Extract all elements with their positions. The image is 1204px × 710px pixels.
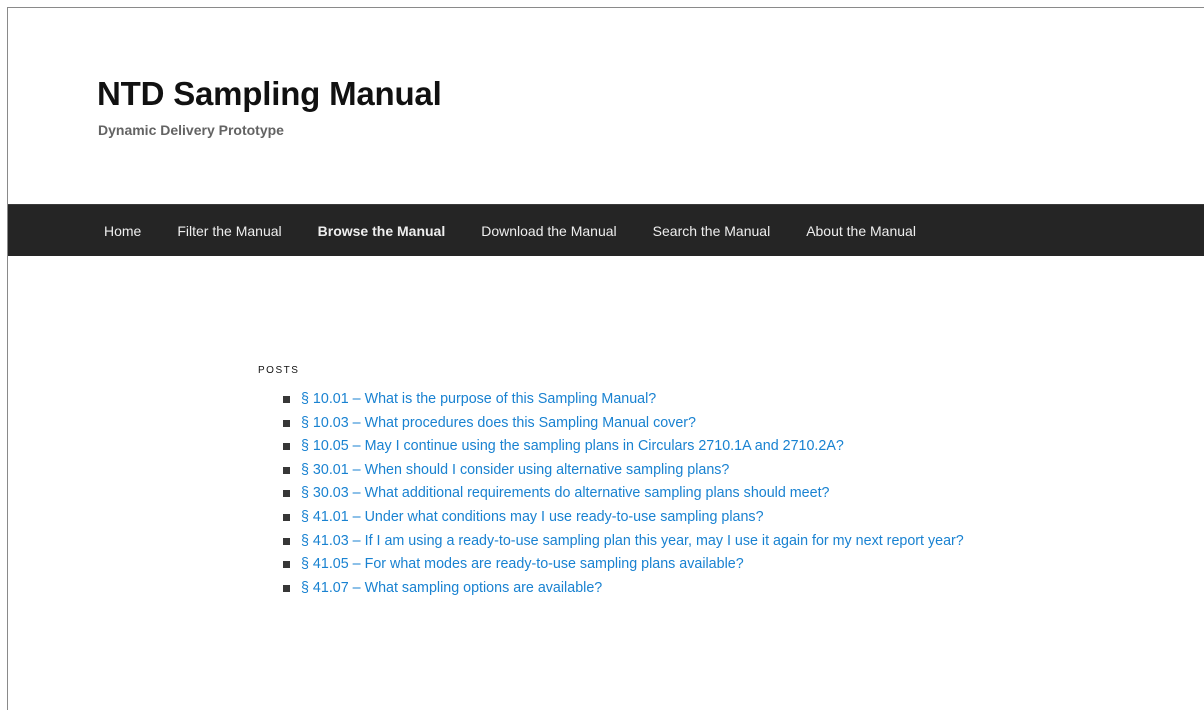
main-navigation: Home Filter the Manual Browse the Manual… bbox=[8, 204, 1204, 256]
square-bullet-icon bbox=[283, 561, 290, 569]
nav-item-browse-the-manual[interactable]: Browse the Manual bbox=[300, 205, 464, 256]
post-link[interactable]: § 10.03 – What procedures does this Samp… bbox=[301, 415, 696, 431]
post-link[interactable]: § 41.05 – For what modes are ready-to-us… bbox=[301, 556, 744, 572]
post-link[interactable]: § 41.07 – What sampling options are avai… bbox=[301, 580, 602, 596]
post-link[interactable]: § 41.03 – If I am using a ready-to-use s… bbox=[301, 533, 964, 549]
nav-item-search-the-manual[interactable]: Search the Manual bbox=[635, 205, 789, 256]
posts-widget-title: POSTS bbox=[258, 365, 300, 376]
nav-item-home[interactable]: Home bbox=[86, 205, 159, 256]
site-title[interactable]: NTD Sampling Manual bbox=[97, 74, 442, 114]
posts-widget: POSTS § 10.01 – What is the purpose of t… bbox=[258, 364, 978, 600]
square-bullet-icon bbox=[283, 396, 290, 403]
site-description: Dynamic Delivery Prototype bbox=[98, 122, 284, 138]
list-item: § 41.05 – For what modes are ready-to-us… bbox=[281, 553, 978, 577]
post-link[interactable]: § 10.05 – May I continue using the sampl… bbox=[301, 438, 844, 454]
list-item: § 10.01 – What is the purpose of this Sa… bbox=[281, 388, 978, 412]
square-bullet-icon bbox=[283, 490, 290, 498]
nav-item-about-the-manual[interactable]: About the Manual bbox=[788, 205, 934, 256]
list-item: § 30.01 – When should I consider using a… bbox=[281, 459, 978, 483]
square-bullet-icon bbox=[283, 537, 290, 545]
square-bullet-icon bbox=[283, 443, 290, 451]
post-link[interactable]: § 30.01 – When should I consider using a… bbox=[301, 462, 729, 478]
nav-menu: Home Filter the Manual Browse the Manual… bbox=[86, 205, 934, 256]
square-bullet-icon bbox=[283, 584, 290, 592]
site-header: NTD Sampling Manual Dynamic Delivery Pro… bbox=[8, 8, 1204, 204]
post-link[interactable]: § 10.01 – What is the purpose of this Sa… bbox=[301, 391, 656, 407]
page-frame: NTD Sampling Manual Dynamic Delivery Pro… bbox=[7, 7, 1204, 710]
nav-item-filter-the-manual[interactable]: Filter the Manual bbox=[159, 205, 299, 256]
square-bullet-icon bbox=[283, 419, 290, 427]
post-list: § 10.01 – What is the purpose of this Sa… bbox=[258, 388, 978, 600]
list-item: § 41.03 – If I am using a ready-to-use s… bbox=[281, 530, 978, 554]
list-item: § 10.05 – May I continue using the sampl… bbox=[281, 435, 978, 459]
post-link[interactable]: § 41.01 – Under what conditions may I us… bbox=[301, 509, 764, 525]
square-bullet-icon bbox=[283, 466, 290, 474]
list-item: § 41.01 – Under what conditions may I us… bbox=[281, 506, 978, 530]
square-bullet-icon bbox=[283, 513, 290, 521]
list-item: § 30.03 – What additional requirements d… bbox=[281, 482, 978, 506]
post-link[interactable]: § 30.03 – What additional requirements d… bbox=[301, 485, 830, 501]
list-item: § 41.07 – What sampling options are avai… bbox=[281, 577, 978, 601]
list-item: § 10.03 – What procedures does this Samp… bbox=[281, 412, 978, 436]
nav-item-download-the-manual[interactable]: Download the Manual bbox=[463, 205, 634, 256]
